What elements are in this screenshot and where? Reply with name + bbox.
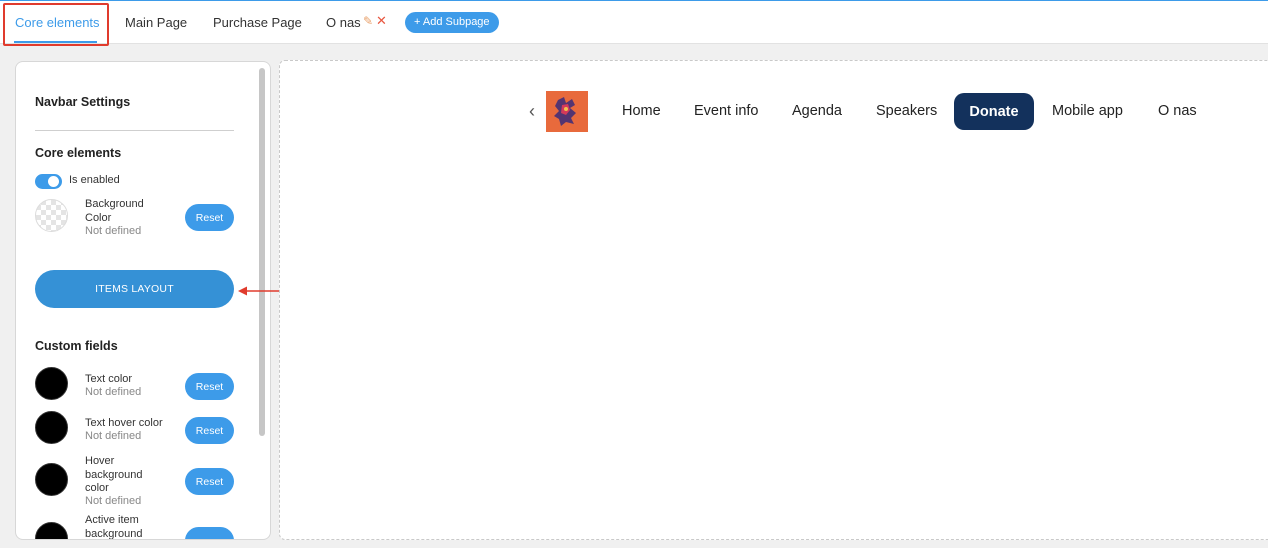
nav-item-mobile-app[interactable]: Mobile app — [1052, 103, 1123, 119]
background-color-swatch[interactable] — [35, 199, 68, 232]
navbar-settings-panel: Navbar Settings Core elements Is enabled… — [15, 61, 271, 540]
text-color-swatch[interactable] — [35, 367, 68, 400]
panel-title: Navbar Settings — [35, 95, 131, 109]
add-subpage-button[interactable]: + Add Subpage — [405, 12, 499, 33]
background-color-value: Not defined — [85, 225, 142, 237]
hover-background-color-value: Not defined — [85, 495, 142, 507]
toggle-knob — [48, 176, 59, 187]
edit-pencil-icon[interactable]: ✎ — [363, 14, 373, 28]
nav-item-agenda[interactable]: Agenda — [792, 103, 842, 119]
navbar-preview-canvas: ‹ Home Event info Agenda Speakers Donate… — [279, 60, 1268, 540]
active-item-background-swatch[interactable] — [35, 522, 68, 539]
reset-text-color-button[interactable]: Reset — [185, 373, 234, 400]
background-color-label: Background Color — [85, 198, 144, 224]
is-enabled-label: Is enabled — [69, 174, 120, 186]
nav-item-home[interactable]: Home — [622, 103, 661, 119]
reset-background-color-button[interactable]: Reset — [185, 204, 234, 231]
annotation-highlight-box — [3, 3, 109, 46]
donate-button[interactable]: Donate — [954, 93, 1034, 130]
tab-main-page[interactable]: Main Page — [125, 15, 187, 30]
text-color-value: Not defined — [85, 386, 142, 398]
items-layout-button[interactable]: ITEMS LAYOUT — [35, 270, 234, 308]
panel-scrollbar-thumb[interactable] — [259, 68, 265, 436]
subpage-tab-bar: Core elements Main Page Purchase Page O … — [0, 0, 1268, 44]
navbar-logo[interactable] — [546, 91, 588, 132]
text-color-label: Text color — [85, 373, 133, 385]
reset-hover-background-color-button[interactable]: Reset — [185, 468, 234, 495]
chevron-left-icon[interactable]: ‹ — [529, 101, 535, 122]
hover-background-color-label: Hover background color — [85, 455, 143, 494]
nav-item-o-nas[interactable]: O nas — [1158, 103, 1197, 119]
custom-fields-heading: Custom fields — [35, 339, 118, 353]
tab-purchase-page[interactable]: Purchase Page — [213, 15, 302, 30]
text-hover-color-label: Text hover color — [85, 417, 163, 429]
divider — [35, 130, 234, 131]
tab-o-nas[interactable]: O nas — [326, 15, 361, 30]
is-enabled-toggle[interactable] — [35, 174, 62, 189]
nav-item-event-info[interactable]: Event info — [694, 103, 759, 119]
nav-item-speakers[interactable]: Speakers — [876, 103, 937, 119]
core-elements-heading: Core elements — [35, 146, 122, 160]
close-icon[interactable]: ✕ — [376, 13, 387, 29]
reset-active-item-background-button[interactable] — [185, 527, 234, 539]
active-item-background-label: Active item background — [85, 514, 143, 540]
hover-background-color-swatch[interactable] — [35, 463, 68, 496]
logo-illustration — [546, 91, 588, 132]
reset-text-hover-color-button[interactable]: Reset — [185, 417, 234, 444]
text-hover-color-swatch[interactable] — [35, 411, 68, 444]
text-hover-color-value: Not defined — [85, 430, 142, 442]
